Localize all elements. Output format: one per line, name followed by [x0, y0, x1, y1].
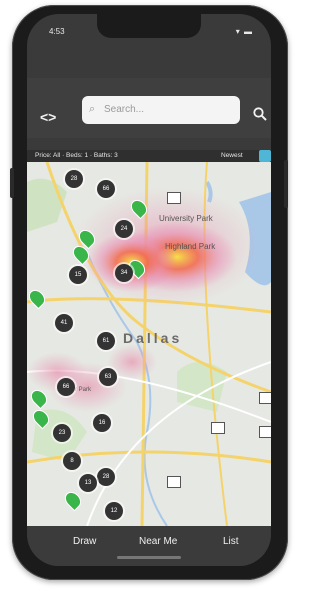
listing-cluster[interactable]: 41 — [55, 314, 73, 332]
map-label-highland-park: Highland Park — [165, 242, 216, 251]
listing-cluster[interactable]: 13 — [79, 474, 97, 492]
highway-shield — [167, 476, 181, 488]
listing-cluster[interactable]: 28 — [97, 468, 115, 486]
listing-cluster[interactable]: 16 — [93, 414, 111, 432]
notch — [97, 14, 201, 38]
listing-cluster[interactable]: 66 — [57, 378, 75, 396]
bottom-tab-bar: Draw Near Me List — [27, 526, 271, 566]
listing-cluster[interactable]: 28 — [65, 170, 83, 188]
highway-shield — [167, 192, 181, 204]
listing-cluster[interactable]: 61 — [97, 332, 115, 350]
highway-shield — [211, 422, 225, 434]
draw-button[interactable]: Draw — [73, 536, 96, 547]
power-button — [284, 160, 288, 208]
list-button[interactable]: List — [223, 536, 239, 547]
search-field-icon: ⌕ — [89, 103, 96, 115]
filter-bar[interactable]: Price: All · Beds: 1 · Baths: 3 Newest — [27, 150, 271, 162]
volume-button — [10, 168, 14, 198]
listing-cluster[interactable]: 66 — [97, 180, 115, 198]
home-indicator — [117, 556, 181, 559]
highway-shield — [259, 392, 271, 404]
search-placeholder: Search... — [104, 104, 145, 115]
map-view[interactable]: University Park Highland Park Kessler Pa… — [27, 162, 271, 526]
map-label-university-park: University Park — [159, 214, 213, 223]
status-bar: 4:53 ▾ ▬ — [27, 14, 271, 48]
listing-cluster[interactable]: 63 — [99, 368, 117, 386]
search-icon[interactable] — [253, 107, 267, 121]
city-label: Dallas — [123, 330, 183, 346]
status-icons: ▾ ▬ — [235, 27, 253, 36]
phone-screen: 4:53 ▾ ▬ <> ⌕ Search... Price: All · Bed… — [27, 14, 271, 566]
listing-cluster[interactable]: 34 — [115, 264, 133, 282]
filter-badge-icon[interactable] — [259, 150, 271, 162]
status-time: 4:53 — [49, 27, 65, 36]
listing-cluster[interactable]: 24 — [115, 220, 133, 238]
code-icon[interactable]: <> — [40, 109, 56, 125]
listing-cluster[interactable]: 23 — [53, 424, 71, 442]
listing-cluster[interactable]: 15 — [69, 266, 87, 284]
near-me-button[interactable]: Near Me — [139, 536, 177, 547]
search-input[interactable]: ⌕ Search... — [82, 96, 240, 124]
filter-summary[interactable]: Price: All · Beds: 1 · Baths: 3 — [35, 152, 118, 159]
listing-cluster[interactable]: 12 — [105, 502, 123, 520]
sort-label[interactable]: Newest — [221, 152, 243, 159]
highway-shield — [259, 426, 271, 438]
listing-cluster[interactable]: 8 — [63, 452, 81, 470]
